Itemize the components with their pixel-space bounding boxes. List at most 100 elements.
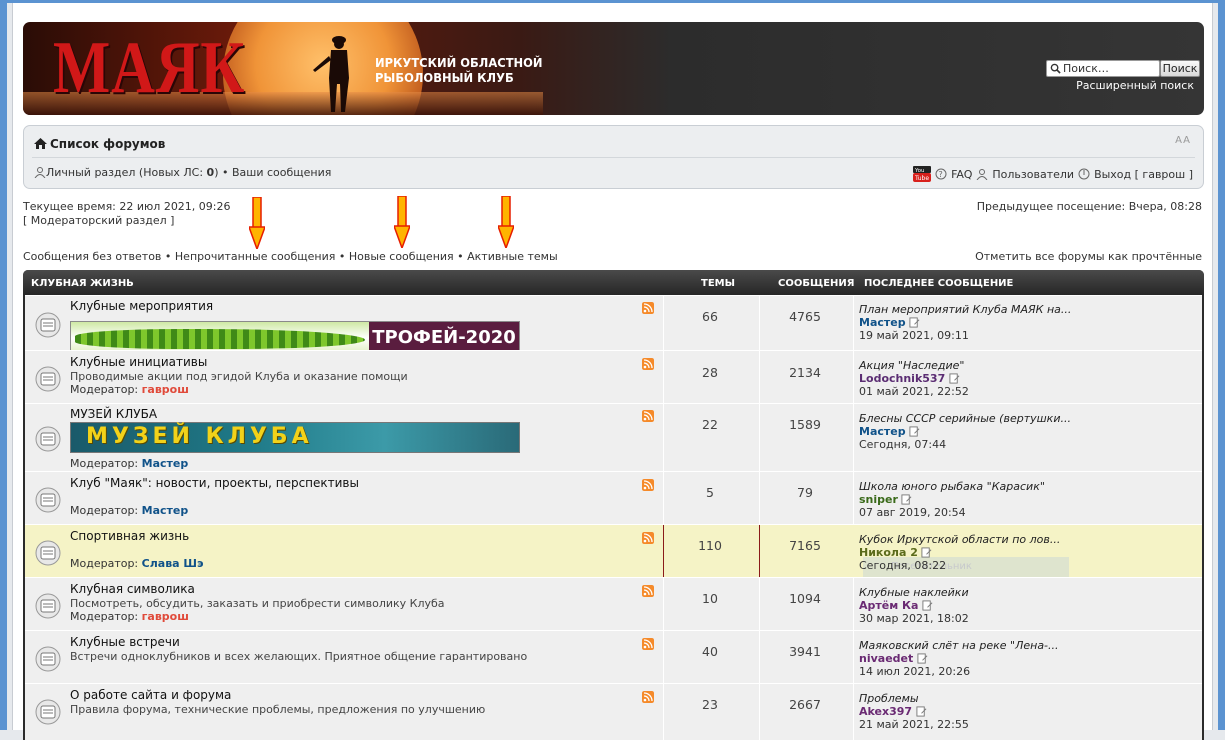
last-post-author[interactable]: Lodochnik537 (859, 372, 945, 385)
forum-row[interactable]: Клубная символика Посмотреть, обсудить, … (25, 577, 1202, 630)
moderator-name[interactable]: гаврош (142, 610, 189, 623)
moderator-name[interactable]: Мастер (142, 504, 189, 517)
search-icon (1050, 63, 1061, 74)
forum-row[interactable]: О работе сайта и форума Правила форума, … (25, 683, 1202, 740)
last-post-author[interactable]: Никола 2 (859, 546, 918, 559)
your-posts-link[interactable]: Ваши сообщения (232, 166, 331, 179)
forum-description: Встречи одноклубников и всех желающих. П… (70, 650, 528, 663)
view-latest-post-icon[interactable] (909, 426, 920, 437)
posts-count: 7165 (789, 538, 821, 553)
users-icon (976, 169, 988, 180)
search-button[interactable]: Поиск (1160, 60, 1200, 77)
rss-icon[interactable] (642, 358, 654, 370)
last-post-title[interactable]: Блесны СССР серийные (вертушки... (859, 412, 1071, 425)
rss-icon[interactable] (642, 302, 654, 314)
last-post-author[interactable]: Мастер (859, 425, 906, 438)
view-latest-post-icon[interactable] (909, 317, 920, 328)
moderator-label: Модератор: (70, 383, 139, 396)
unread-link[interactable]: Непрочитанные сообщения (175, 250, 335, 263)
view-latest-post-icon[interactable] (921, 547, 932, 558)
font-size-control[interactable]: A A (1175, 135, 1190, 146)
search-input[interactable]: Поиск… (1046, 60, 1160, 77)
moderator-panel-link[interactable]: [ Модераторский раздел ] (23, 214, 231, 228)
last-post: Кубок Иркутской области по лов... Никола… (859, 533, 1060, 572)
forum-row[interactable]: Клубные инициативы Проводимые акции под … (25, 350, 1202, 403)
last-post-author[interactable]: sniper (859, 493, 898, 506)
column-divider (853, 472, 854, 524)
posts-count: 2134 (789, 365, 821, 380)
active-topics-link[interactable]: Активные темы (467, 250, 558, 263)
unanswered-link[interactable]: Сообщения без ответов (23, 250, 161, 263)
last-post-column-header: ПОСЛЕДНЕЕ СООБЩЕНИЕ (864, 278, 1014, 289)
last-post-author[interactable]: Артём Ка (859, 599, 918, 612)
personal-area-link[interactable]: Личный раздел (Новых ЛС: 0) (46, 166, 219, 179)
column-divider (663, 351, 664, 403)
forum-moderator: Модератор: Слава Шэ (70, 557, 204, 570)
last-post-title[interactable]: Кубок Иркутской области по лов... (859, 533, 1060, 546)
rss-icon[interactable] (642, 585, 654, 597)
last-post-title[interactable]: Проблемы (859, 692, 919, 705)
category-title[interactable]: КЛУБНАЯ ЖИЗНЬ (31, 278, 134, 289)
topics-column-header: ТЕМЫ (701, 278, 735, 289)
youtube-icon[interactable]: You Tube (913, 166, 932, 182)
rss-icon[interactable] (642, 410, 654, 422)
moderator-name[interactable]: Мастер (142, 457, 189, 470)
column-divider (663, 631, 664, 683)
forum-title[interactable]: Клуб "Маяк": новости, проекты, перспекти… (70, 476, 359, 490)
forum-row[interactable]: Клуб "Маяк": новости, проекты, перспекти… (25, 471, 1202, 524)
view-latest-post-icon[interactable] (917, 653, 928, 664)
last-post-title[interactable]: Клубные наклейки (859, 586, 969, 599)
column-divider (663, 296, 664, 350)
mark-read-link[interactable]: Отметить все форумы как прочтённые (975, 250, 1202, 263)
rss-icon[interactable] (642, 691, 654, 703)
site-logo[interactable]: МАЯК (53, 28, 245, 108)
forum-description: Правила форума, технические проблемы, пр… (70, 703, 486, 716)
users-link[interactable]: Пользователи (992, 168, 1074, 181)
view-latest-post-icon[interactable] (922, 600, 933, 611)
last-post-time: Сегодня, 07:44 (859, 438, 947, 451)
search-placeholder: Поиск… (1063, 62, 1109, 75)
column-divider (853, 631, 854, 683)
last-post-author[interactable]: Мастер (859, 316, 906, 329)
breadcrumb[interactable]: Список форумов (34, 137, 165, 151)
forum-title[interactable]: МУЗЕЙ КЛУБА (70, 407, 157, 421)
last-post: Клубные наклейки Артём Ка 30 мар 2021, 1… (859, 586, 969, 625)
forum-title[interactable]: О работе сайта и форума (70, 688, 231, 702)
last-post-author[interactable]: nivaedet (859, 652, 913, 665)
rss-icon[interactable] (642, 532, 654, 544)
forum-read-icon (35, 699, 61, 725)
topics-count: 23 (702, 697, 718, 712)
column-divider (759, 684, 760, 740)
last-post-title[interactable]: Школа юного рыбака "Карасик" (859, 480, 1045, 493)
forum-row[interactable]: МУЗЕЙ КЛУБА МУЗЕЙ КЛУБА Модератор: Масте… (25, 403, 1202, 471)
new-posts-link[interactable]: Новые сообщения (349, 250, 454, 263)
moderator-name[interactable]: гаврош (142, 383, 189, 396)
forum-row[interactable]: Спортивная жизнь Модератор: Слава Шэ 110… (25, 524, 1202, 577)
forum-read-icon (35, 593, 61, 619)
forum-title[interactable]: Клубная символика (70, 582, 195, 596)
forum-row[interactable]: Клубные мероприятия ТРОФЕЙ-2020 66 4765 … (25, 295, 1202, 355)
forum-title[interactable]: Клубные инициативы (70, 355, 207, 369)
forum-title[interactable]: Спортивная жизнь (70, 529, 189, 543)
rss-icon[interactable] (642, 638, 654, 650)
last-post-title[interactable]: План мероприятий Клуба МАЯК на... (859, 303, 1071, 316)
last-post-title[interactable]: Акция "Наследие" (859, 359, 964, 372)
last-post-author[interactable]: Akex397 (859, 705, 912, 718)
logout-link[interactable]: Выход [ гаврош ] (1094, 168, 1193, 181)
museum-banner[interactable]: МУЗЕЙ КЛУБА (70, 422, 520, 453)
view-latest-post-icon[interactable] (916, 706, 927, 717)
last-post-title[interactable]: Маяковский слёт на реке "Лена-... (859, 639, 1059, 652)
posts-count: 3941 (789, 644, 821, 659)
faq-link[interactable]: FAQ (951, 168, 972, 181)
forum-title[interactable]: Клубные мероприятия (70, 299, 213, 313)
forum-row[interactable]: Клубные встречи Встречи одноклубников и … (25, 630, 1202, 683)
view-latest-post-icon[interactable] (949, 373, 960, 384)
advanced-search-link[interactable]: Расширенный поиск (1076, 79, 1194, 92)
moderator-label: Модератор: (70, 504, 139, 517)
rss-icon[interactable] (642, 479, 654, 491)
breadcrumb-label: Список форумов (50, 137, 166, 151)
moderator-label: Модератор: (70, 610, 139, 623)
moderator-name[interactable]: Слава Шэ (142, 557, 204, 570)
forum-title[interactable]: Клубные встречи (70, 635, 180, 649)
view-latest-post-icon[interactable] (901, 494, 912, 505)
